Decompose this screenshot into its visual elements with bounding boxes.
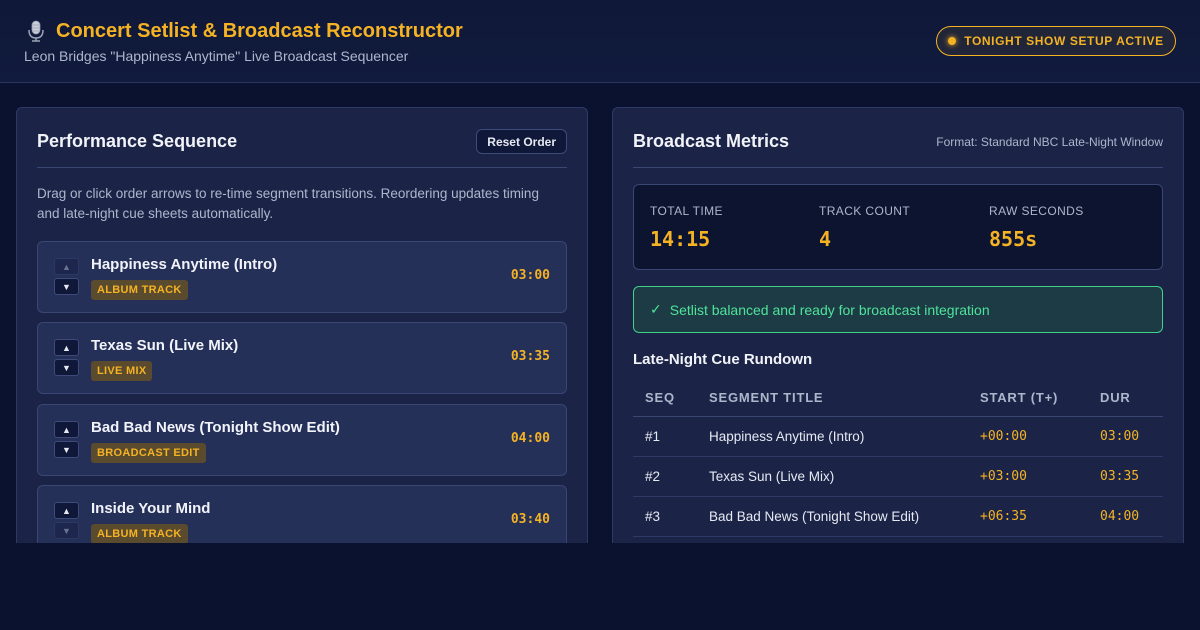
start-cell: +06:35 — [968, 496, 1088, 537]
duration-cell: 04:00 — [1088, 496, 1163, 537]
app-subtitle: Leon Bridges "Happiness Anytime" Live Br… — [24, 48, 409, 64]
status-badge-label: TONIGHT SHOW SETUP ACTIVE — [964, 34, 1164, 48]
move-up-button[interactable]: ▲ — [54, 421, 79, 438]
track-card[interactable]: ▲ ▼ Bad Bad News (Tonight Show Edit) BRO… — [37, 404, 567, 476]
app-title: Concert Setlist & Broadcast Reconstructo… — [24, 19, 463, 43]
panel-divider — [633, 167, 1163, 168]
move-down-button[interactable]: ▼ — [54, 359, 79, 376]
table-row: #3 Bad Bad News (Tonight Show Edit) +06:… — [633, 496, 1163, 537]
track-count-value: 4 — [819, 227, 832, 251]
move-up-button[interactable]: ▲ — [54, 502, 79, 519]
track-tag: LIVE MIX — [91, 361, 153, 381]
segment-title-cell: Texas Sun (Live Mix) — [697, 456, 968, 497]
app-title-text: Concert Setlist & Broadcast Reconstructo… — [56, 19, 463, 42]
success-message: Setlist balanced and ready for broadcast… — [669, 301, 990, 318]
segment-title-cell: Happiness Anytime (Intro) — [697, 416, 968, 457]
track-title: Happiness Anytime (Intro) — [91, 256, 278, 273]
move-down-button[interactable]: ▼ — [54, 278, 79, 295]
table-row: #1 Happiness Anytime (Intro) +00:00 03:0… — [633, 416, 1163, 457]
checkmark-icon: ✓ — [650, 301, 662, 317]
table-row: #2 Texas Sun (Live Mix) +03:00 03:35 — [633, 456, 1163, 497]
duration-cell: 03:35 — [1088, 456, 1163, 497]
status-dot-icon — [948, 37, 957, 45]
move-down-button[interactable]: ▼ — [54, 441, 79, 458]
column-header: SEGMENT TITLE — [697, 380, 968, 417]
main-viewport[interactable]: Performance Sequence Reset Order Drag or… — [0, 83, 1200, 543]
table-header-row: SEQ SEGMENT TITLE START (T+) DUR — [633, 380, 1163, 417]
reset-order-button[interactable]: Reset Order — [476, 129, 567, 154]
performance-sequence-panel: Performance Sequence Reset Order Drag or… — [16, 107, 588, 543]
cue-rundown-table: SEQ SEGMENT TITLE START (T+) DUR #1 Happ… — [633, 380, 1163, 537]
track-duration: 03:40 — [510, 512, 550, 527]
track-tag: BROADCAST EDIT — [91, 443, 206, 463]
track-title: Bad Bad News (Tonight Show Edit) — [91, 419, 340, 436]
track-card[interactable]: ▲ ▼ Inside Your Mind ALBUM TRACK 03:40 — [37, 485, 567, 543]
sequence-instructions: Drag or click order arrows to re-time se… — [37, 186, 539, 221]
move-up-button[interactable]: ▲ — [54, 339, 79, 356]
move-down-button[interactable]: ▼ — [54, 522, 79, 539]
microphone-icon — [24, 19, 48, 43]
broadcast-metrics-title: Broadcast Metrics — [633, 131, 790, 151]
seq-cell: #2 — [633, 456, 697, 497]
track-card[interactable]: ▲ ▼ Texas Sun (Live Mix) LIVE MIX 03:35 — [37, 322, 567, 394]
track-title: Inside Your Mind — [91, 500, 211, 517]
raw-seconds-label: RAW SECONDS — [989, 204, 1084, 218]
move-up-button[interactable]: ▲ — [54, 258, 79, 275]
track-title: Texas Sun (Live Mix) — [91, 337, 239, 354]
track-tag: ALBUM TRACK — [91, 524, 188, 543]
track-card[interactable]: ▲ ▼ Happiness Anytime (Intro) ALBUM TRAC… — [37, 241, 567, 313]
track-tag: ALBUM TRACK — [91, 280, 188, 300]
raw-seconds-value: 855s — [989, 227, 1038, 251]
rundown-title: Late-Night Cue Rundown — [633, 351, 813, 368]
broadcast-metrics-panel: Broadcast Metrics Format: Standard NBC L… — [612, 107, 1184, 543]
column-header: SEQ — [633, 380, 697, 417]
start-cell: +00:00 — [968, 416, 1088, 457]
column-header: DUR — [1088, 380, 1163, 417]
total-time-value: 14:15 — [650, 227, 711, 251]
app-header: Concert Setlist & Broadcast Reconstructo… — [0, 0, 1200, 83]
status-badge: TONIGHT SHOW SETUP ACTIVE — [936, 26, 1176, 56]
seq-cell: #1 — [633, 416, 697, 457]
total-time-label: TOTAL TIME — [650, 204, 723, 218]
start-cell: +03:00 — [968, 456, 1088, 497]
metrics-summary: TOTAL TIME 14:15 TRACK COUNT 4 RAW SECON… — [633, 184, 1163, 270]
success-banner: ✓ Setlist balanced and ready for broadca… — [633, 286, 1163, 333]
panel-divider — [37, 167, 567, 168]
segment-title-cell: Bad Bad News (Tonight Show Edit) — [697, 496, 968, 537]
format-label: Format: Standard NBC Late-Night Window — [936, 135, 1163, 149]
column-header: START (T+) — [968, 380, 1088, 417]
track-duration: 03:35 — [510, 349, 550, 364]
track-duration: 04:00 — [510, 431, 550, 446]
performance-sequence-title: Performance Sequence — [37, 131, 238, 151]
seq-cell: #3 — [633, 496, 697, 537]
track-duration: 03:00 — [510, 268, 550, 283]
track-count-label: TRACK COUNT — [819, 204, 911, 218]
duration-cell: 03:00 — [1088, 416, 1163, 457]
